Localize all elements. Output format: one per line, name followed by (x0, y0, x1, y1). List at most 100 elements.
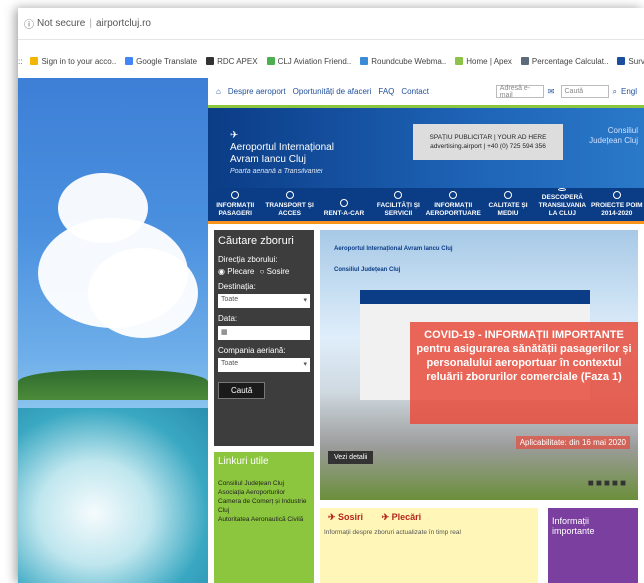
separator: | (89, 18, 92, 29)
link-item[interactable]: Camera de Comerț și Industrie Cluj (218, 497, 310, 515)
arrival-label: Sosire (266, 267, 290, 276)
flights-tabs: ✈ Sosiri ✈ Plecări Informații despre zbo… (320, 508, 538, 583)
details-button[interactable]: Vezi detalii (328, 451, 374, 464)
direction-options: ◉ Plecare ○ Sosire (218, 267, 310, 276)
bookmark-item[interactable]: Survey : Untitled (617, 57, 644, 66)
airline-select[interactable]: Toate ▾ (218, 358, 310, 372)
bookmark-item[interactable]: CLJ Aviation Friend.. (266, 56, 352, 66)
departure-radio[interactable]: ◉ (218, 267, 225, 276)
bookmark-icon (360, 57, 369, 65)
flights-note: Informații despre zboruri actualizate în… (324, 529, 461, 536)
search-area: Adresă e-mail ✉ Caută ⌕ Engl (495, 85, 644, 99)
island (18, 370, 208, 400)
calendar-icon[interactable]: ▦ (221, 328, 228, 338)
bookmark-icon (206, 57, 215, 65)
address-bar[interactable]: ⓘ Not secure | airportcluj.ro (18, 8, 644, 40)
ad-line1: SPAȚIU PUBLICITAR | YOUR AD HERE (429, 134, 547, 141)
airport-logo[interactable]: ✈ Aeroportul Internațional Avram Iancu C… (230, 130, 334, 178)
plane-departure-icon: ✈ (381, 512, 392, 522)
bookmark-icon (455, 57, 464, 65)
bookmark-item[interactable]: Google Translate (125, 57, 197, 66)
county-logo[interactable]: Consiliul Județean Cluj (589, 126, 638, 146)
bookmark-label: Roundcube Webma.. (371, 56, 447, 66)
link-item[interactable]: Asociația Aeroporturilor (218, 488, 310, 497)
slider-dots[interactable]: ■■■■■ (588, 478, 628, 489)
bookmark-icon (30, 57, 39, 65)
search-icon[interactable]: ⌕ (613, 87, 617, 97)
home-icon[interactable]: ⌂ (216, 87, 221, 96)
menu-facilities[interactable]: FACILITĂȚI ȘI SERVICII (371, 188, 425, 221)
bookmark-icon (266, 57, 275, 65)
tab-departures[interactable]: ✈ Plecări (374, 508, 430, 527)
plane-icon: ✈ (230, 130, 239, 141)
direction-label: Direcția zborului: (218, 255, 278, 264)
useful-links-panel: Linkuri utile Consiliul Județean Cluj As… (214, 452, 314, 583)
url-text[interactable]: airportcluj.ro (96, 18, 151, 29)
search-button[interactable]: Caută (218, 382, 266, 399)
hero-slider[interactable]: Aeroportul Internațional Avram Iancu Clu… (320, 230, 638, 500)
menu-projects[interactable]: PROIECTE POIM 2014-2020 (590, 188, 644, 221)
nav-business[interactable]: Oportunități de afaceri (293, 87, 372, 96)
nav-contact[interactable]: Contact (401, 87, 429, 96)
bookmark-item[interactable]: Sign in to your acco.. (30, 57, 116, 66)
mail-icon[interactable]: ✉ (548, 87, 555, 96)
bookmark-label: CLJ Aviation Friend.. (277, 56, 352, 66)
link-item[interactable]: Autoritatea Aeronautică Civilă (218, 515, 310, 524)
date-field[interactable]: ▦ (218, 326, 310, 340)
flight-search-title: Căutare zboruri (218, 235, 294, 247)
info-icon[interactable]: ⓘ (24, 16, 34, 31)
bookmark-label: Survey : Untitled (628, 56, 644, 66)
email-field[interactable]: Adresă e-mail (495, 85, 544, 99)
main-content: ⌂ Despre aeroport Oportunități de afacer… (208, 78, 644, 583)
menu-discover[interactable]: DESCOPERĂ TRANSILVANIA LA CLUJ (535, 188, 589, 221)
bookmark-icon (520, 57, 529, 65)
flight-search-panel: Căutare zboruri Direcția zborului: ◉ Ple… (214, 230, 314, 446)
logo-tagline: Poarta aeriană a Transilvaniei (230, 168, 323, 175)
bookmarks-bar: :: Sign in to your acco.. Google Translat… (18, 50, 644, 72)
menu-quality[interactable]: CALITATE ȘI MEDIU (481, 188, 535, 221)
bookmark-label: RDC APEX (217, 56, 258, 66)
nav-faq[interactable]: FAQ (378, 87, 394, 96)
security-status: Not secure (37, 18, 86, 29)
apps-icon[interactable]: :: (18, 57, 22, 66)
logo-line2: Avram Iancu Cluj (230, 154, 306, 165)
bookmark-label: Home | Apex (466, 56, 512, 66)
menu-transport[interactable]: TRANSPORT ȘI ACCES (262, 188, 316, 221)
ocean-wave (18, 408, 208, 583)
chevron-down-icon: ▾ (303, 297, 307, 304)
important-info-panel[interactable]: Informații importante (548, 508, 638, 583)
menu-passenger-info[interactable]: INFORMAȚII PASAGERI (208, 188, 262, 221)
search-input[interactable]: Caută (560, 85, 609, 98)
browser-window: ⓘ Not secure | airportcluj.ro :: Sign in… (18, 8, 644, 583)
hero-logo: Aeroportul Internațional Avram Iancu Clu… (334, 246, 453, 273)
tab-arrivals[interactable]: ✈ Sosiri (320, 508, 371, 527)
web-page: ⌂ Despre aeroport Oportunități de afacer… (18, 78, 644, 583)
bookmark-label: Google Translate (136, 56, 198, 66)
hero-applicability: Aplicabilitate: din 16 mai 2020 (515, 436, 630, 449)
link-item[interactable]: Consiliul Județean Cluj (218, 479, 310, 488)
bookmark-label: Sign in to your acco.. (41, 56, 117, 66)
chevron-down-icon: ▾ (303, 361, 307, 368)
important-info-title: Informații importante (552, 516, 595, 536)
destination-select[interactable]: Toate ▾ (218, 294, 310, 308)
ad-banner[interactable]: SPAȚIU PUBLICITAR | YOUR AD HERE adverti… (413, 124, 563, 160)
main-menu: INFORMAȚII PASAGERI TRANSPORT ȘI ACCES R… (208, 188, 644, 224)
destination-label: Destinația: (218, 282, 256, 291)
top-nav: ⌂ Despre aeroport Oportunități de afacer… (208, 78, 644, 108)
background-image (18, 78, 208, 583)
arrival-radio[interactable]: ○ (260, 267, 265, 276)
bookmark-item[interactable]: Roundcube Webma.. (360, 57, 446, 66)
bookmark-item[interactable]: Home | Apex (455, 57, 512, 66)
bookmark-item[interactable]: RDC APEX (206, 56, 258, 66)
language-link[interactable]: Engl (621, 87, 637, 96)
county-line1: Consiliul (607, 126, 638, 135)
useful-links-title: Linkuri utile (218, 456, 269, 467)
logo-line1: Aeroportul Internațional (230, 142, 334, 153)
date-label: Data: (218, 314, 238, 323)
hero-headline[interactable]: COVID-19 - INFORMAȚII IMPORTANTE pentru … (410, 322, 638, 424)
menu-airport-info[interactable]: INFORMAȚII AEROPORTUARE (426, 188, 481, 221)
nav-about[interactable]: Despre aeroport (228, 87, 286, 96)
bookmark-item[interactable]: Percentage Calculat.. (520, 57, 608, 66)
departure-label: Plecare (227, 267, 255, 276)
menu-rent-a-car[interactable]: RENT-A-CAR (317, 188, 371, 221)
